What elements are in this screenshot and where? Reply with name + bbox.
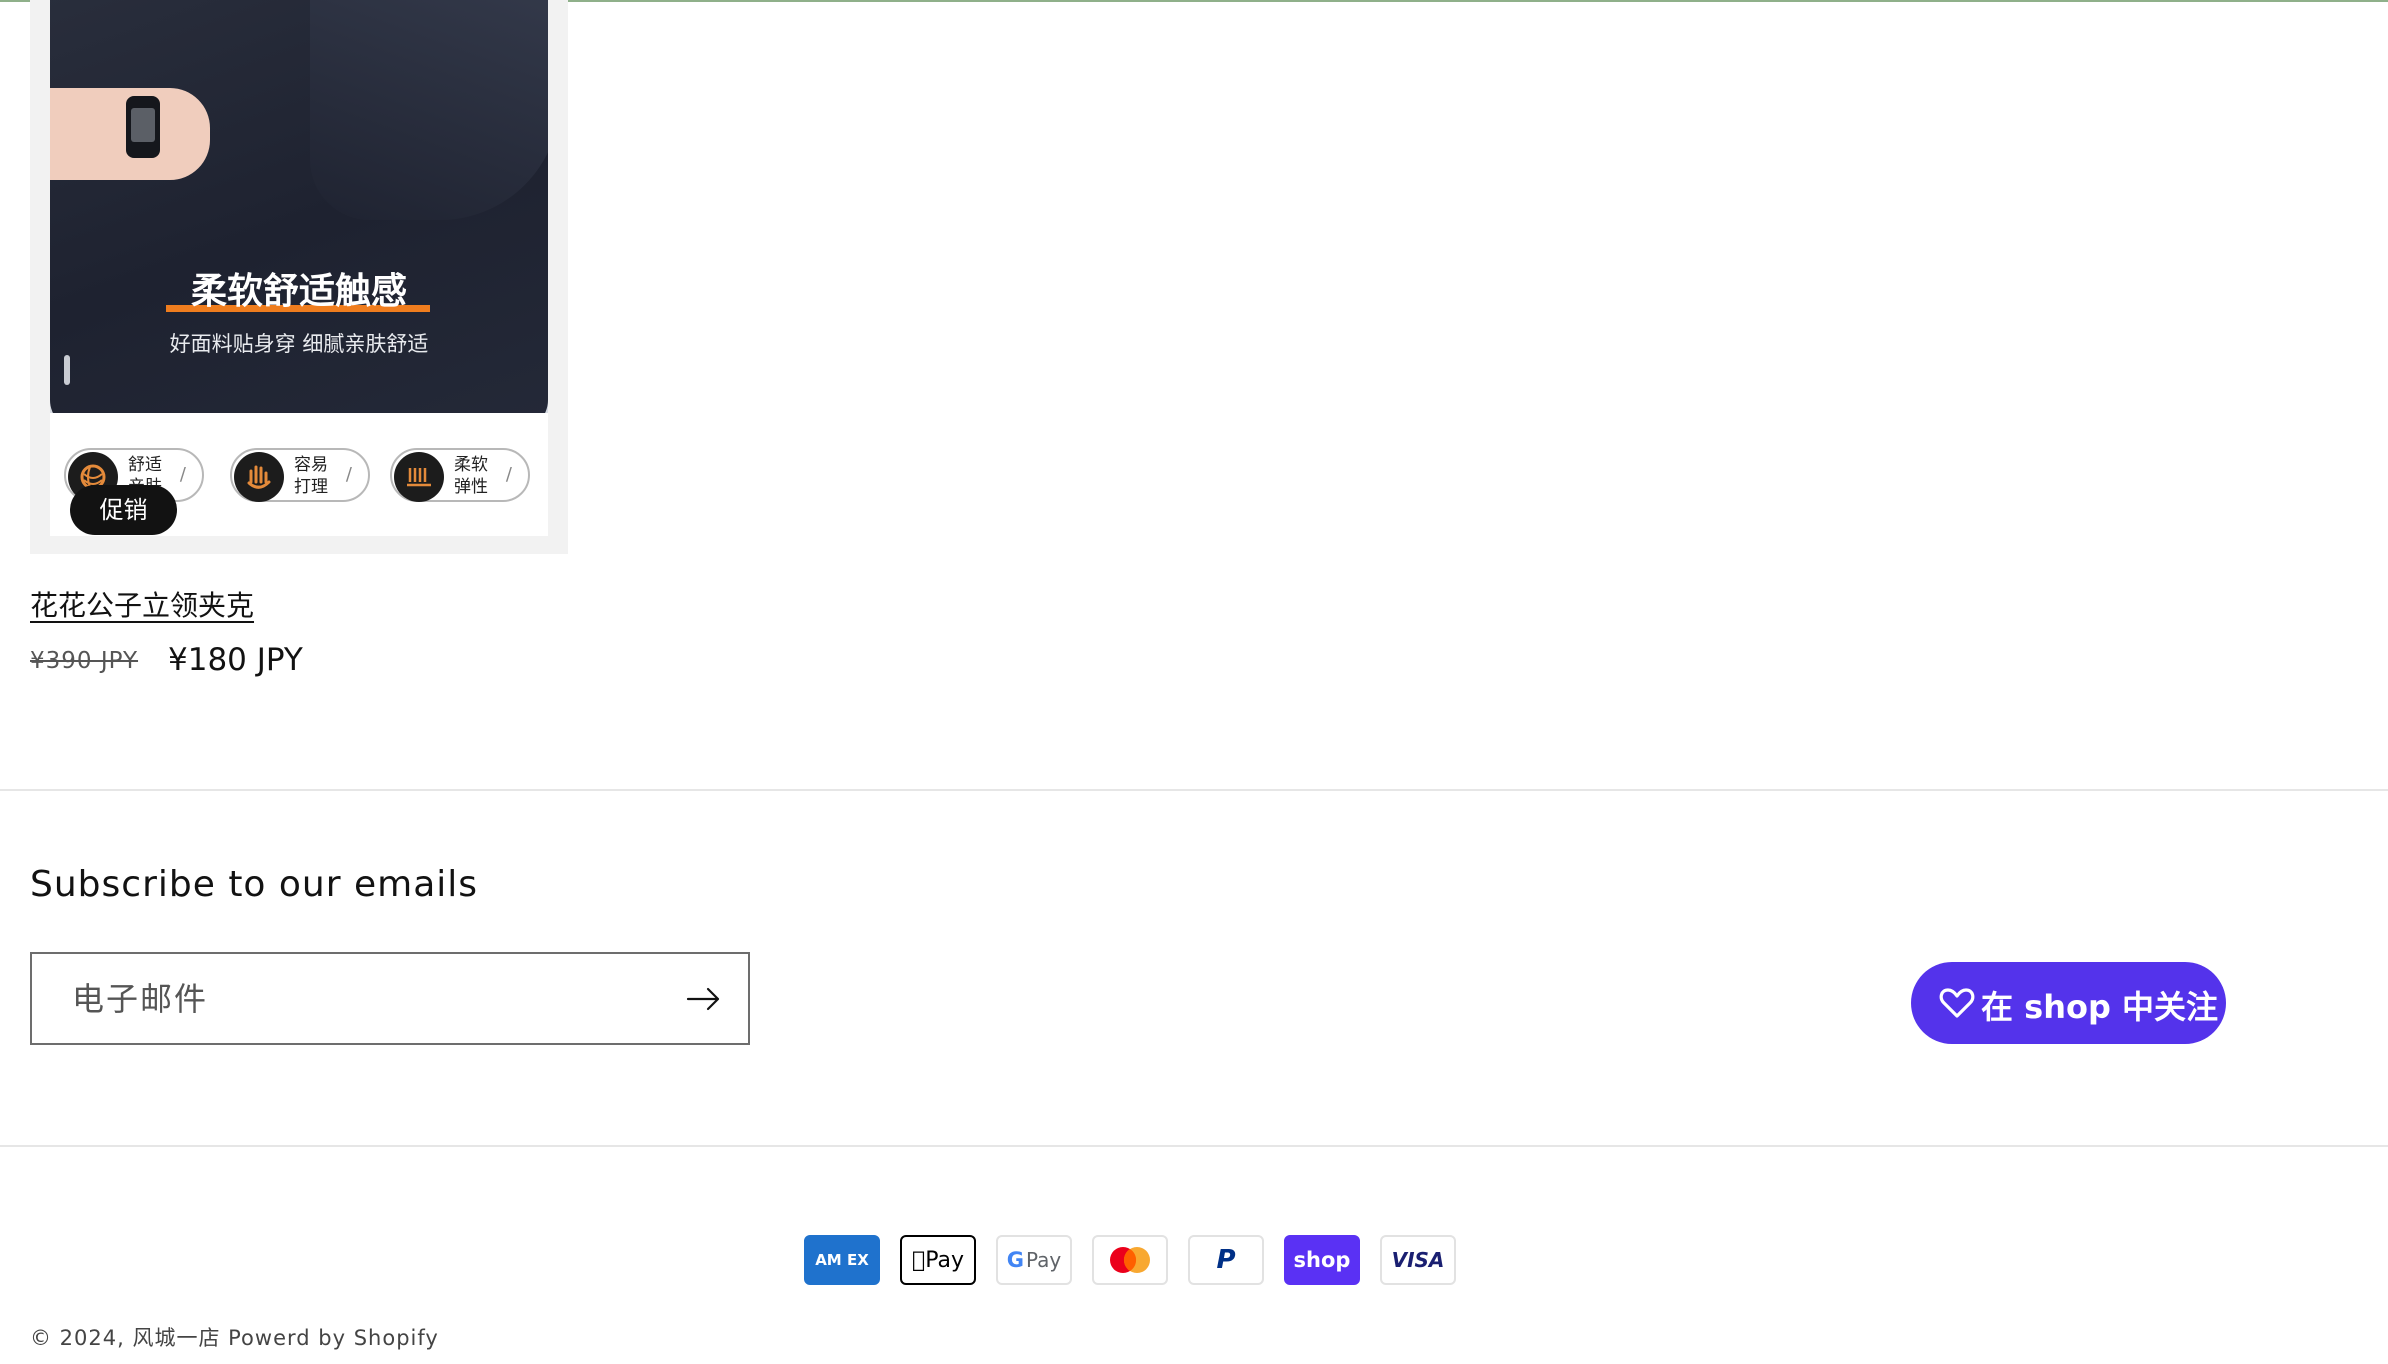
feature-label: 柔软 <box>454 455 488 475</box>
email-form <box>30 952 750 1045</box>
fiber-icon <box>394 452 444 502</box>
feature-pill: 柔软 弹性 / <box>390 448 530 502</box>
feature-label: 舒适 <box>128 455 162 475</box>
visa-label: VISA <box>1391 1248 1445 1272</box>
subscribe-submit-button[interactable] <box>678 974 730 1024</box>
mastercard-icon <box>1092 1235 1168 1285</box>
visa-icon: VISA <box>1380 1235 1456 1285</box>
feature-label: 打理 <box>294 477 328 497</box>
shop-pay-label: shop <box>1293 1248 1351 1272</box>
email-input[interactable] <box>72 976 632 1022</box>
section-divider <box>0 789 2388 791</box>
subscribe-heading: Subscribe to our emails <box>30 864 479 905</box>
watch-illustration <box>126 96 160 158</box>
product-photo: 柔软舒适触感 好面料贴身穿 细腻亲肤舒适 <box>50 0 548 413</box>
promo-subtitle: 好面料贴身穿 细腻亲肤舒适 <box>169 332 429 356</box>
hand-icon <box>234 452 284 502</box>
feature-label: 弹性 <box>454 477 488 497</box>
section-divider <box>0 1145 2388 1147</box>
original-price: ¥390 JPY <box>30 648 139 674</box>
paypal-icon: P <box>1188 1235 1264 1285</box>
sleeve-illustration <box>310 0 548 220</box>
product-image[interactable]: 柔软舒适触感 好面料贴身穿 细腻亲肤舒适 舒适亲肤 / 容易打理 / <box>50 0 548 536</box>
product-card[interactable]: 柔软舒适触感 好面料贴身穿 细腻亲肤舒适 舒适亲肤 / 容易打理 / <box>30 0 568 554</box>
arrow-right-icon <box>686 987 720 1011</box>
amex-icon: AM EX <box>804 1235 880 1285</box>
follow-on-shop-button[interactable]: 在 shop 中关注 <box>1911 962 2226 1044</box>
feature-pill: 容易 打理 / <box>230 448 370 502</box>
zipper-illustration <box>64 355 70 385</box>
google-pay-label: Pay <box>1025 1248 1062 1272</box>
paypal-label: P <box>1216 1245 1236 1275</box>
amex-label: AM EX <box>815 1250 869 1269</box>
google-pay-icon: G Pay <box>996 1235 1072 1285</box>
product-title-link[interactable]: 花花公子立领夹克 <box>30 584 254 624</box>
sale-price: ¥180 JPY <box>168 642 303 678</box>
follow-on-shop-label: 在 shop 中关注 <box>1981 988 2219 1026</box>
copyright-text: © 2024, 风城一店 Powerd by Shopify <box>30 1326 439 1350</box>
shop-pay-icon: shop <box>1284 1235 1360 1285</box>
promo-title: 柔软舒适触感 <box>190 271 407 312</box>
divider-slash: / <box>345 464 352 485</box>
feature-label: 容易 <box>294 455 328 475</box>
divider-slash: / <box>505 464 512 485</box>
sale-badge: 促销 <box>70 485 177 535</box>
apple-pay-icon: Pay <box>900 1235 976 1285</box>
divider-slash: / <box>179 464 186 485</box>
heart-icon <box>1939 988 1975 1018</box>
apple-pay-label: Pay <box>918 1247 964 1273</box>
